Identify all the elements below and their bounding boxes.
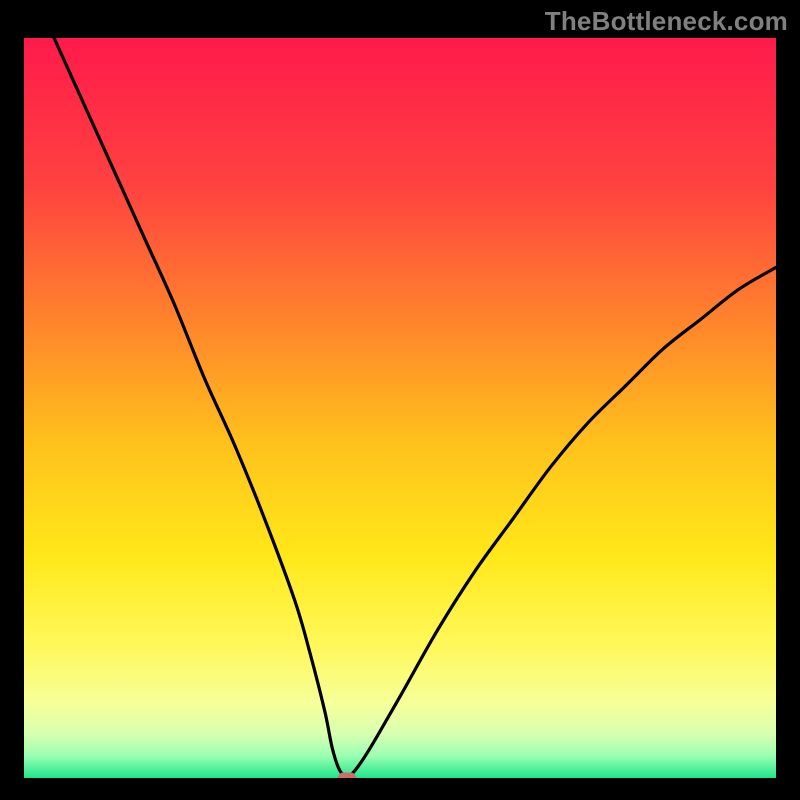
bottleneck-curve-path bbox=[54, 38, 776, 776]
minimum-marker bbox=[338, 773, 356, 779]
plot-area bbox=[24, 38, 776, 778]
bottleneck-chart: TheBottleneck.com bbox=[0, 0, 800, 800]
curve-layer bbox=[24, 38, 776, 778]
watermark-text: TheBottleneck.com bbox=[545, 6, 788, 37]
